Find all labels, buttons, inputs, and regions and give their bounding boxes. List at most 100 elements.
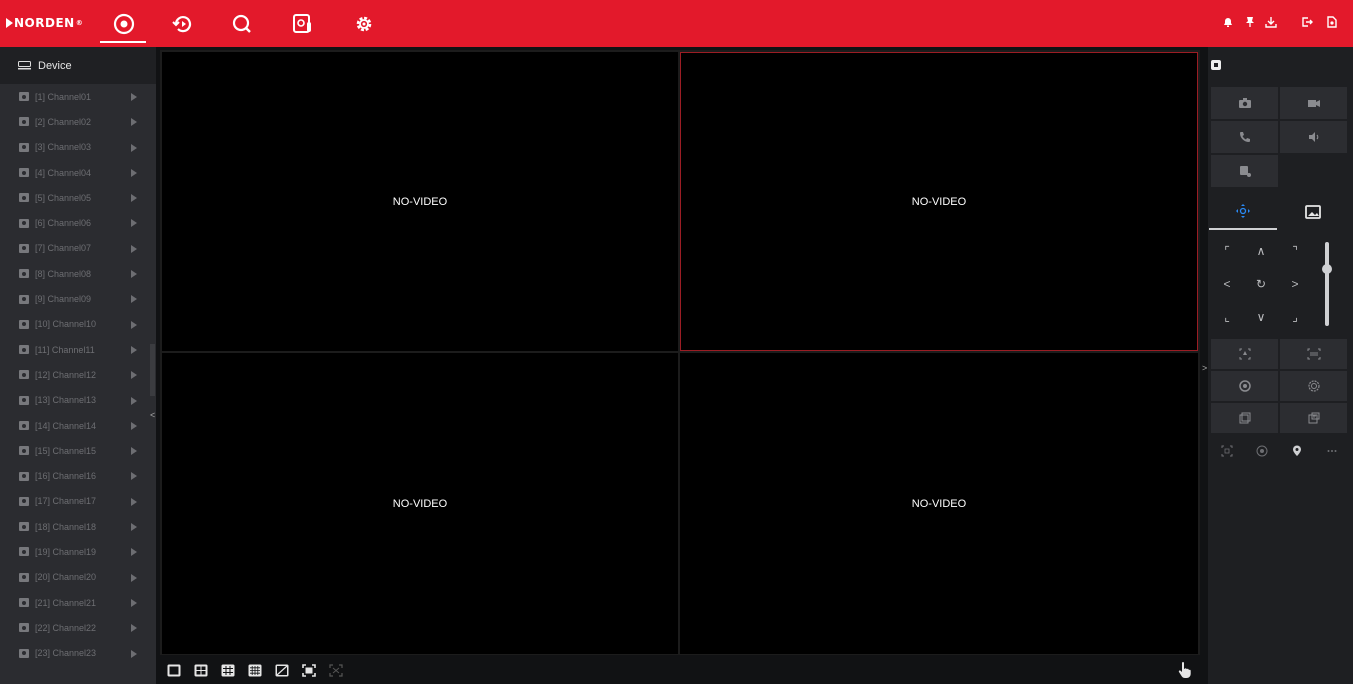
layout-1-button[interactable] xyxy=(167,664,181,677)
channel-item[interactable]: [15] Channel15 xyxy=(0,438,150,463)
play-icon[interactable] xyxy=(131,345,137,354)
play-icon[interactable] xyxy=(131,143,137,152)
channel-item[interactable]: [2] Channel02 xyxy=(0,109,150,134)
channel-item[interactable]: [7] Channel07 xyxy=(0,236,150,261)
channel-item[interactable]: [6] Channel06 xyxy=(0,210,150,235)
play-icon[interactable] xyxy=(131,447,137,456)
video-pane-2[interactable]: NO-VIDEO xyxy=(680,52,1198,351)
play-icon[interactable] xyxy=(131,320,137,329)
channel-item[interactable]: [9] Channel09 xyxy=(0,286,150,311)
play-icon[interactable] xyxy=(131,371,137,380)
ptz-down-right-button[interactable]: ⌟ xyxy=(1278,301,1312,332)
collapse-sidebar-chevron-icon[interactable]: < xyxy=(150,410,155,420)
pin-button[interactable] xyxy=(1243,15,1257,29)
expand-panel-icon[interactable] xyxy=(1211,60,1221,70)
play-icon[interactable] xyxy=(131,421,137,430)
video-pane-3[interactable]: NO-VIDEO xyxy=(162,353,678,654)
play-icon[interactable] xyxy=(131,118,137,127)
channel-item[interactable]: [21] Channel21 xyxy=(0,590,150,615)
play-icon[interactable] xyxy=(131,497,137,506)
iris-close-button[interactable] xyxy=(1280,371,1347,401)
layout-custom-button[interactable] xyxy=(275,664,289,677)
zoom-button[interactable] xyxy=(1280,339,1347,369)
file-button[interactable] xyxy=(1325,15,1339,29)
slider-thumb[interactable] xyxy=(1322,264,1332,274)
channel-item[interactable]: [8] Channel08 xyxy=(0,261,150,286)
play-icon[interactable] xyxy=(131,194,137,203)
talk-button[interactable] xyxy=(1211,121,1278,153)
channel-item[interactable]: [1] Channel01 xyxy=(0,84,150,109)
play-icon[interactable] xyxy=(131,270,137,279)
channel-item[interactable]: [18] Channel18 xyxy=(0,514,150,539)
play-icon[interactable] xyxy=(131,598,137,607)
sidebar-scrollbar[interactable] xyxy=(150,344,155,396)
device-header[interactable]: Device xyxy=(0,47,156,84)
nav-search-button[interactable] xyxy=(229,11,255,37)
play-icon[interactable] xyxy=(131,649,137,658)
nav-live-view-button[interactable] xyxy=(111,11,137,37)
snapshot-button[interactable] xyxy=(1211,87,1278,119)
video-pane-1[interactable]: NO-VIDEO xyxy=(162,52,678,351)
channel-item[interactable]: [5] Channel05 xyxy=(0,185,150,210)
more-button[interactable] xyxy=(1315,433,1349,468)
download-button[interactable] xyxy=(1264,15,1278,29)
play-icon[interactable] xyxy=(131,523,137,532)
ptz-speed-slider[interactable] xyxy=(1322,242,1332,326)
play-icon[interactable] xyxy=(131,573,137,582)
layout-16-button[interactable] xyxy=(248,664,262,677)
area-scan-button[interactable] xyxy=(1210,433,1244,468)
record-button[interactable] xyxy=(1280,87,1347,119)
thermal-snapshot-button[interactable] xyxy=(1211,155,1278,187)
channel-item[interactable]: [23] Channel23 xyxy=(0,641,150,666)
play-icon[interactable] xyxy=(131,624,137,633)
location-button[interactable] xyxy=(1280,433,1314,468)
audio-button[interactable] xyxy=(1280,121,1347,153)
ptz-up-left-button[interactable]: ⌜ xyxy=(1210,235,1244,266)
preset-button[interactable] xyxy=(1211,403,1278,433)
alarm-bell-button[interactable] xyxy=(1221,15,1235,29)
focus-button[interactable] xyxy=(1211,339,1278,369)
ptz-down-button[interactable]: ∨ xyxy=(1244,301,1278,332)
nav-settings-button[interactable] xyxy=(351,11,377,37)
play-icon[interactable] xyxy=(131,472,137,481)
position-button[interactable] xyxy=(1245,433,1279,468)
nav-playback-button[interactable] xyxy=(170,11,196,37)
play-icon[interactable] xyxy=(131,295,137,304)
channel-item[interactable]: [10] Channel10 xyxy=(0,312,150,337)
hand-pointer-button[interactable] xyxy=(1177,661,1193,679)
channel-item[interactable]: [20] Channel20 xyxy=(0,565,150,590)
play-icon[interactable] xyxy=(131,219,137,228)
layout-9-button[interactable] xyxy=(221,664,235,677)
channel-item[interactable]: [17] Channel17 xyxy=(0,489,150,514)
ptz-left-button[interactable]: < xyxy=(1210,268,1244,299)
play-icon[interactable] xyxy=(131,396,137,405)
fit-button[interactable] xyxy=(329,664,343,677)
channel-item[interactable]: [11] Channel11 xyxy=(0,337,150,362)
iris-open-button[interactable] xyxy=(1211,371,1278,401)
channel-item[interactable]: [19] Channel19 xyxy=(0,539,150,564)
ptz-right-button[interactable]: > xyxy=(1278,268,1312,299)
tab-image[interactable] xyxy=(1279,194,1347,230)
channel-item[interactable]: [3] Channel03 xyxy=(0,135,150,160)
channel-item[interactable]: [14] Channel14 xyxy=(0,413,150,438)
play-icon[interactable] xyxy=(131,93,137,101)
collapse-ptz-chevron-icon[interactable]: > xyxy=(1202,363,1207,373)
play-icon[interactable] xyxy=(131,168,137,177)
channel-item[interactable]: [16] Channel16 xyxy=(0,463,150,488)
play-icon[interactable] xyxy=(131,244,137,253)
channel-item[interactable]: [13] Channel13 xyxy=(0,388,150,413)
ptz-up-button[interactable]: ∧ xyxy=(1244,235,1278,266)
channel-item[interactable]: [12] Channel12 xyxy=(0,362,150,387)
ptz-up-right-button[interactable]: ⌝ xyxy=(1278,235,1312,266)
nav-thermal-button[interactable] xyxy=(290,11,316,37)
patrol-button[interactable] xyxy=(1280,403,1347,433)
ptz-down-left-button[interactable]: ⌞ xyxy=(1210,301,1244,332)
play-icon[interactable] xyxy=(131,548,137,557)
channel-item[interactable]: [4] Channel04 xyxy=(0,160,150,185)
video-pane-4[interactable]: NO-VIDEO xyxy=(680,353,1198,654)
logout-button[interactable] xyxy=(1300,15,1314,29)
channel-item[interactable]: [22] Channel22 xyxy=(0,615,150,640)
layout-4-button[interactable] xyxy=(194,664,208,677)
fullscreen-button[interactable] xyxy=(302,664,316,677)
ptz-auto-button[interactable]: ↻ xyxy=(1244,268,1278,299)
